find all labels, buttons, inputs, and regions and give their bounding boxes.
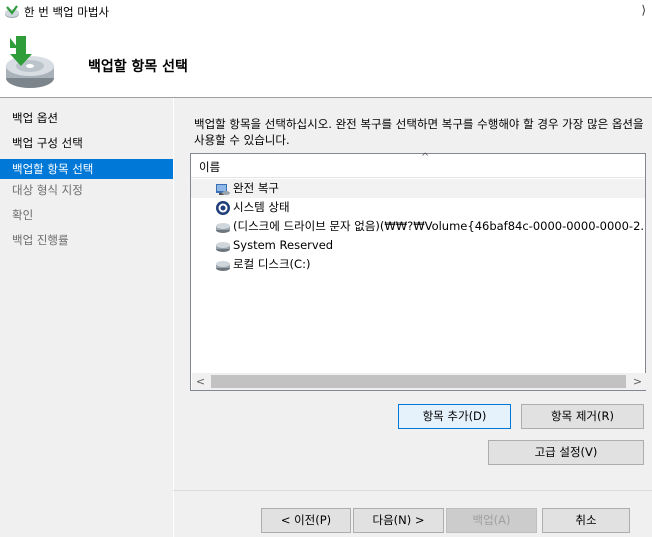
sidebar-item-backup-progress: 백업 진행률	[12, 233, 69, 247]
page-title: 백업할 항목 선택	[88, 59, 188, 75]
system-state-icon	[216, 201, 230, 215]
window-title: 한 번 백업 마법사	[24, 5, 110, 19]
footer-divider	[173, 490, 652, 491]
instruction-text: 백업할 항목을 선택하십시오. 완전 복구를 선택하면 복구를 수행해야 할 경…	[194, 117, 644, 147]
list-item-system-reserved[interactable]: System Reserved	[191, 236, 645, 255]
wizard-steps-sidebar: 백업 옵션 백업 구성 선택 백업할 항목 선택 대상 형식 지정 확인 백업 …	[0, 98, 173, 537]
sidebar-item-destination-type: 대상 형식 지정	[12, 183, 83, 197]
previous-button[interactable]: < 이전(P)	[261, 508, 351, 533]
sidebar-item-confirmation: 확인	[12, 208, 34, 222]
column-header-label: 이름	[199, 160, 221, 174]
horizontal-scrollbar[interactable]: < >	[192, 373, 646, 390]
cancel-button[interactable]: 취소	[542, 508, 630, 533]
remove-items-button[interactable]: 항목 제거(R)	[521, 404, 644, 429]
chevron-right-icon[interactable]: ⟩	[641, 3, 646, 17]
list-item-volume-no-letter[interactable]: (디스크에 드라이브 문자 없음)(₩₩?₩Volume{46baf84c-00…	[191, 217, 645, 236]
drive-icon	[216, 223, 230, 233]
drive-icon	[216, 261, 230, 271]
list-item-local-disk-c[interactable]: 로컬 디스크(C:)	[191, 255, 645, 274]
scrollbar-thumb[interactable]	[211, 375, 626, 388]
items-list[interactable]: 이름 ^ 완전 복구 시스템 상태 (디스크에 드라이브 문자 없음)(₩₩?₩…	[190, 152, 646, 391]
drive-icon	[216, 242, 230, 252]
sidebar-item-select-items[interactable]: 백업할 항목 선택	[0, 159, 173, 179]
sort-ascending-icon: ^	[421, 152, 430, 163]
sidebar-item-backup-configuration[interactable]: 백업 구성 선택	[0, 133, 173, 153]
list-item-system-state[interactable]: 시스템 상태	[191, 198, 645, 217]
add-items-button[interactable]: 항목 추가(D)	[398, 404, 511, 429]
title-bar: 한 번 백업 마법사 ⟩	[0, 0, 652, 24]
backup-wizard-icon	[6, 36, 54, 88]
sidebar-item-backup-options[interactable]: 백업 옵션	[0, 108, 173, 128]
scroll-right-arrow-icon[interactable]: >	[629, 373, 646, 390]
bare-metal-recovery-icon	[216, 184, 230, 195]
advanced-settings-button[interactable]: 고급 설정(V)	[488, 440, 644, 465]
backup-button: 백업(A)	[446, 508, 537, 533]
wizard-header: 백업할 항목 선택	[0, 24, 652, 96]
list-item-bare-metal-recovery[interactable]: 완전 복구	[191, 179, 645, 198]
next-button[interactable]: 다음(N) >	[353, 508, 444, 533]
scroll-left-arrow-icon[interactable]: <	[192, 373, 209, 390]
backup-app-icon	[5, 5, 19, 18]
column-header-name[interactable]: 이름 ^	[191, 152, 645, 178]
